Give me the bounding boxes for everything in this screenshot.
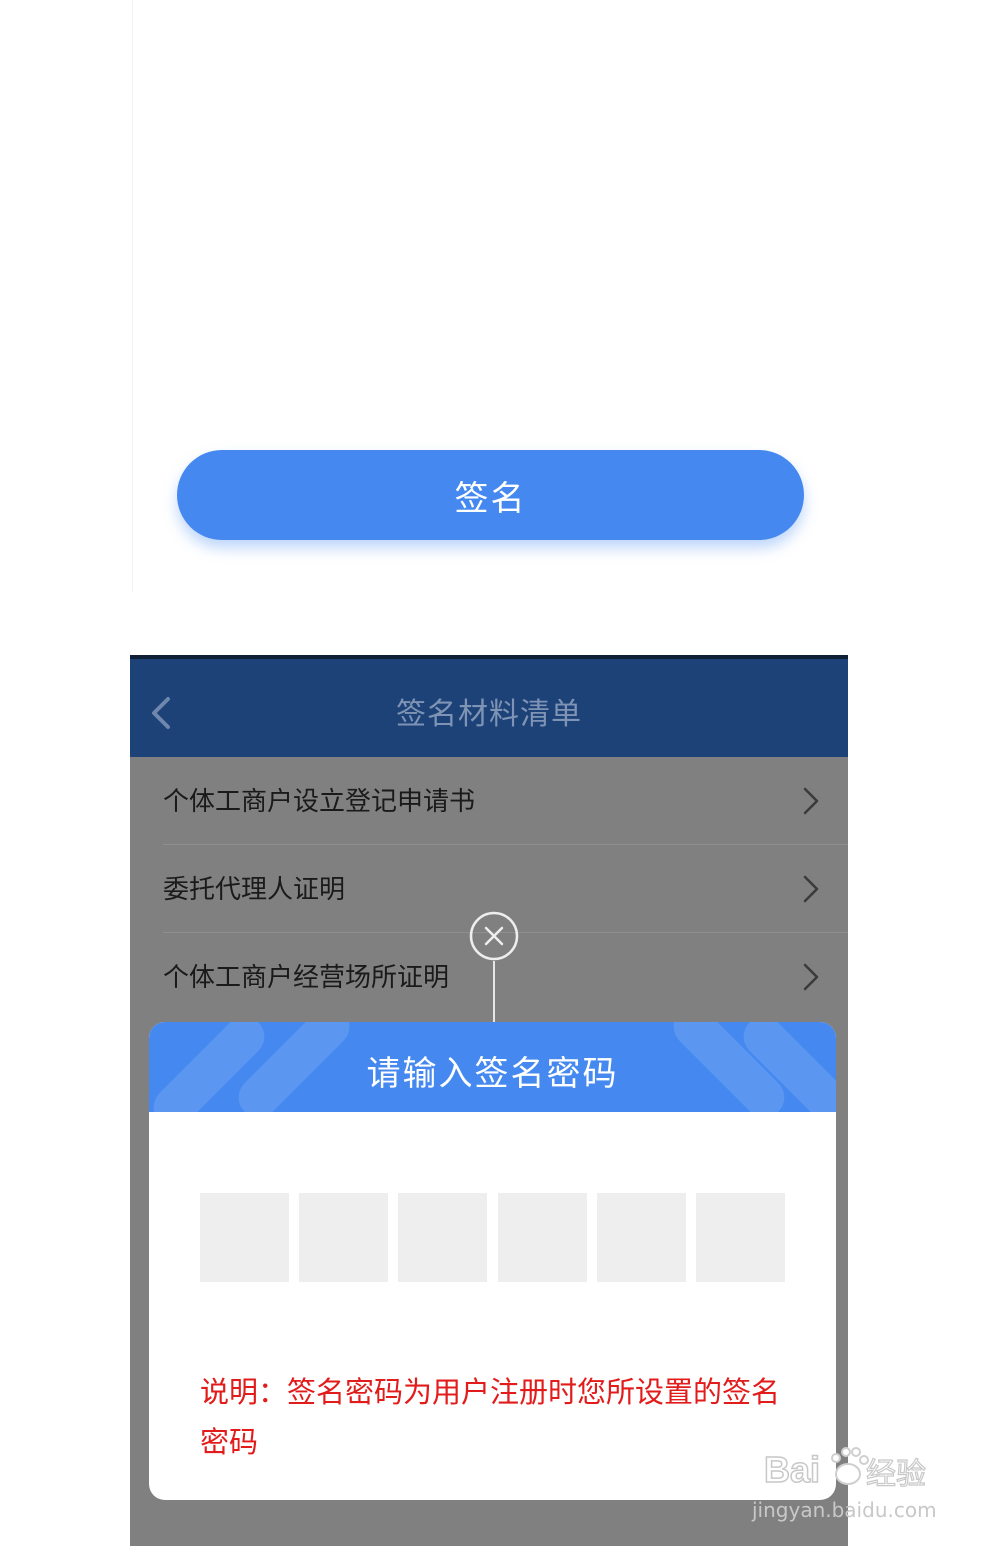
pin-input-box[interactable] [299, 1193, 388, 1282]
list-item-label: 个体工商户设立登记申请书 [163, 787, 476, 817]
svg-text:经验: 经验 [866, 1458, 926, 1491]
password-note: 说明：签名密码为用户注册时您所设置的签名密码 [200, 1375, 781, 1459]
list-item-label: 委托代理人证明 [163, 875, 346, 905]
baidu-watermark: Bai 经验 jingyan.baidu.com [752, 1440, 942, 1530]
pin-input-box[interactable] [696, 1193, 785, 1282]
close-circle-icon[interactable] [468, 910, 520, 962]
signature-screen: 签名材料清单 个体工商户设立登记申请书 委托代理人证明 个体工商户经营场所证明 [130, 655, 848, 1546]
chevron-right-icon [803, 963, 819, 991]
password-dialog: 请输入签名密码 说明：签名密码为用户注册时您所设置的签名密码 [149, 1022, 836, 1500]
dialog-header: 请输入签名密码 [149, 1022, 836, 1112]
watermark-url: jingyan.baidu.com [752, 1498, 937, 1522]
chevron-right-icon [803, 875, 819, 903]
dialog-title: 请输入签名密码 [366, 1054, 619, 1094]
pin-input-box[interactable] [398, 1193, 487, 1282]
sign-button[interactable]: 签名 [177, 450, 804, 540]
close-connector-line [493, 961, 495, 1023]
pin-input-box[interactable] [597, 1193, 686, 1282]
navbar: 签名材料清单 [130, 655, 848, 757]
baidu-logo: Bai 经验 [763, 1447, 927, 1492]
chevron-right-icon [803, 787, 819, 815]
list-item[interactable]: 个体工商户设立登记申请书 [130, 757, 848, 845]
list-item-label: 个体工商户经营场所证明 [163, 963, 450, 993]
pin-input-box[interactable] [498, 1193, 587, 1282]
page-title: 签名材料清单 [396, 697, 582, 732]
svg-text:Bai: Bai [764, 1449, 820, 1490]
pin-input-box[interactable] [200, 1193, 289, 1282]
